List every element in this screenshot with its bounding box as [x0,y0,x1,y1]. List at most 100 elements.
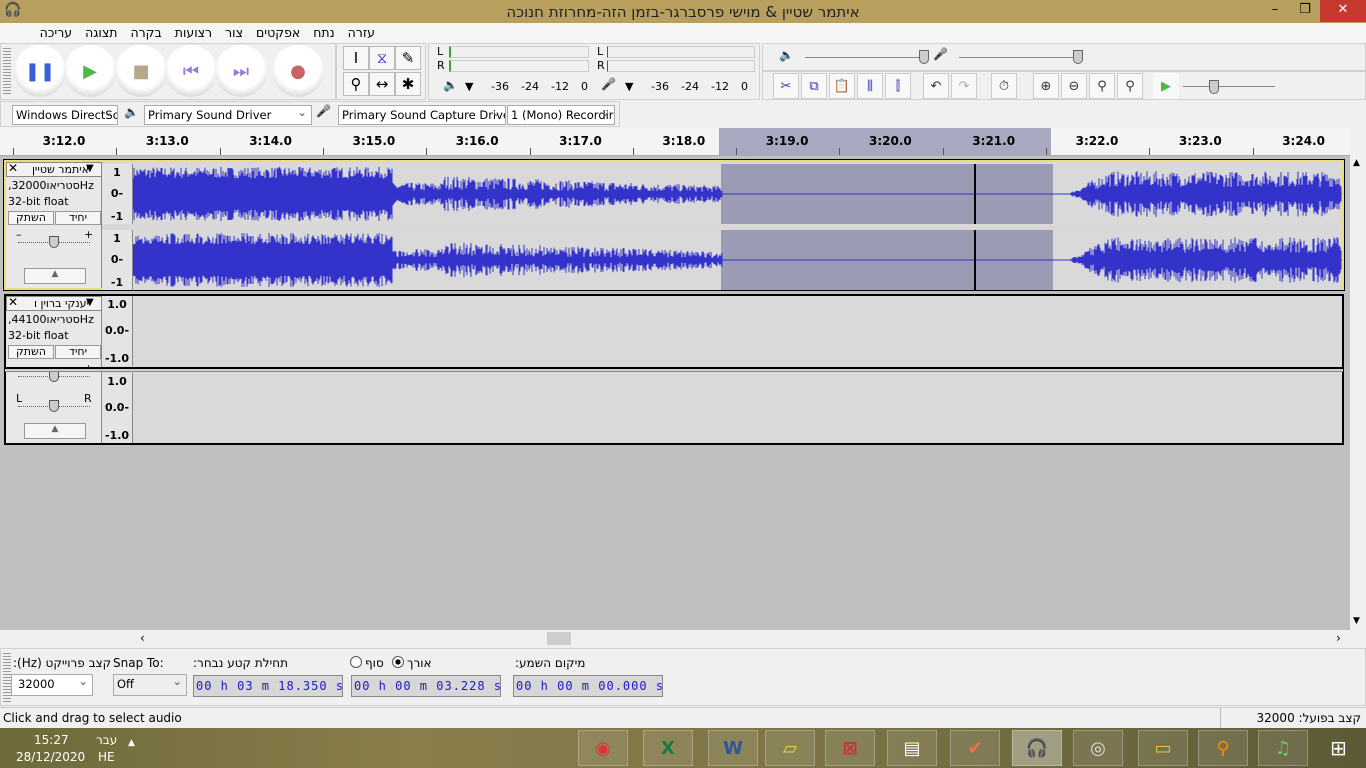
taskbar-slides-icon[interactable]: ▤ [887,730,937,766]
audio-host-select[interactable]: Windows DirectSc [12,105,118,125]
track-close-icon[interactable]: ✕ [8,295,18,309]
track-area[interactable]: איתמר שטיין ✕ ▼ ,32000סטריאוHz 32-bit float ה… [0,156,1350,630]
language-indicator[interactable]: עבר [96,733,117,747]
clock-time[interactable]: 15:27 [34,733,69,747]
zoom-tool-icon[interactable]: ⚲ [343,72,369,96]
record-meter-left[interactable] [607,46,755,58]
menu-item-2[interactable]: אפקטים [250,23,306,42]
collapse-button[interactable]: ▲ [24,423,86,439]
taskbar-notes-icon[interactable]: ▱ [765,730,815,766]
snap-select[interactable]: Off [113,674,187,696]
menu-item-6[interactable]: תצוגה [79,23,123,42]
zoom-out-icon[interactable]: ⊖ [1061,73,1087,99]
silence-icon[interactable]: ⫿ [885,73,911,99]
waveform-channel[interactable] [133,164,1342,224]
close-button[interactable]: ✕ [1320,0,1366,22]
timeline-ruler[interactable]: 3:12.0 3:13.0 3:14.0 3:15.0 3:16.0 3:17.0 3:18… [0,128,1350,156]
scroll-right-icon[interactable]: › [1336,631,1341,645]
scroll-thumb[interactable] [547,632,571,645]
solo-button[interactable]: יחיד [55,211,101,225]
mute-button[interactable]: השתק [8,345,54,359]
selection-length-field[interactable]: 00 h 00 m 03.228 s [351,675,501,697]
menu-item-3[interactable]: צור [219,23,249,42]
trim-icon[interactable]: ⫼ [857,73,883,99]
taskbar-audacity-icon[interactable]: 🎧 [1012,730,1062,766]
menu-item-1[interactable]: נתח [307,23,340,42]
slider-thumb[interactable] [919,50,929,64]
play-button[interactable]: ▶ [64,45,116,97]
menu-item-4[interactable]: רצועות [169,23,218,42]
timeshift-tool-icon[interactable]: ↔ [369,72,395,96]
playback-meter-menu[interactable]: ▼ [465,80,473,93]
language-code[interactable]: HE [98,750,115,764]
cut-icon[interactable]: ✂ [773,73,799,99]
selection-start-field[interactable]: 00 h 03 m 18.350 s [193,675,343,697]
pause-button[interactable]: ❚❚ [14,45,66,97]
record-volume-slider[interactable] [959,57,1079,58]
skip-start-button[interactable]: ⏮ [165,45,217,97]
copy-icon[interactable]: ⧉ [801,73,827,99]
waveform-channel[interactable] [133,230,1342,290]
clock-date[interactable]: 28/12/2020 [16,750,85,764]
waveform-channel[interactable] [5,296,1343,372]
track-0[interactable]: איתמר שטיין ✕ ▼ ,32000סטריאוHz 32-bit float ה… [3,159,1345,291]
taskbar-mp3-icon[interactable]: ♫ [1258,730,1308,766]
menu-item-0[interactable]: עזרה [342,23,381,42]
fit-selection-icon[interactable]: ⚲ [1089,73,1115,99]
playback-device-select[interactable]: Primary Sound Driver [144,105,312,125]
tray-overflow-icon[interactable]: ▲ [128,738,135,748]
solo-button[interactable]: יחיד [55,345,101,359]
record-meter-right[interactable] [607,60,755,72]
paste-icon[interactable]: 📋 [829,73,855,99]
fit-project-icon[interactable]: ⚲ [1117,73,1143,99]
record-meter-menu[interactable]: ▼ [625,80,633,93]
track-close-icon[interactable]: ✕ [8,161,18,175]
taskbar-word-icon[interactable]: W [708,730,758,766]
vertical-scrollbar[interactable]: ▲ ▼ [1350,156,1366,630]
windows-start-icon[interactable]: ⊞ [1330,736,1347,760]
slider-thumb[interactable] [1209,80,1219,94]
waveform-channel[interactable] [133,373,1342,443]
taskbar-dvd-icon[interactable]: ◎ [1073,730,1123,766]
draw-tool-icon[interactable]: ✎ [395,46,421,70]
play-speed-slider[interactable] [1183,86,1275,87]
minimize-button[interactable]: – [1260,0,1290,22]
zoom-in-icon[interactable]: ⊕ [1033,73,1059,99]
stop-button[interactable]: ■ [115,45,167,97]
sync-lock-icon[interactable]: ⏱ [991,73,1017,99]
taskbar-search-icon[interactable]: ⚲ [1198,730,1248,766]
playback-meter-left[interactable] [449,46,589,58]
multi-tool-icon[interactable]: ✱ [395,72,421,96]
skip-end-button[interactable]: ⏭ [215,45,267,97]
slider-thumb[interactable] [49,400,59,412]
recording-channels-select[interactable]: 1 (Mono) Recordir [507,105,615,125]
taskbar-tasks-icon[interactable]: ✔ [950,730,1000,766]
horizontal-scrollbar[interactable]: ‹ › [0,630,1350,647]
selection-tool-icon[interactable]: I [343,46,369,70]
play-at-speed-icon[interactable]: ▶ [1153,73,1179,99]
audio-position-field[interactable]: 00 h 00 m 00.000 s [513,675,663,697]
taskbar-chrome-icon[interactable]: ◉ [578,730,628,766]
slider-thumb[interactable] [49,236,59,248]
dropdown-arrow-icon[interactable]: ▼ [86,163,94,174]
taskbar-media-icon[interactable]: ⊠ [825,730,875,766]
taskbar-explorer-icon[interactable]: ▭ [1138,730,1188,766]
end-radio[interactable] [350,656,362,668]
project-rate-select[interactable]: 32000 [11,674,93,696]
track-1[interactable]: יענקי ברוין ו ✕ ▼ ,44100סטריאוHz 32-bit floa… [4,294,1344,445]
length-radio[interactable] [392,656,404,668]
playback-volume-slider[interactable] [805,57,925,58]
maximize-button[interactable]: ❐ [1290,0,1320,22]
menu-item-5[interactable]: בקרה [124,23,167,42]
slider-thumb[interactable] [1073,50,1083,64]
dropdown-arrow-icon[interactable]: ▼ [86,297,94,308]
undo-icon[interactable]: ↶ [923,73,949,99]
redo-icon[interactable]: ↷ [951,73,977,99]
playback-meter-right[interactable] [449,60,589,72]
taskbar-excel-icon[interactable]: X [643,730,693,766]
envelope-tool-icon[interactable]: ⧖ [369,46,395,70]
record-button[interactable]: ● [272,45,324,97]
recording-device-select[interactable]: Primary Sound Capture Driver [338,105,506,125]
collapse-button[interactable]: ▲ [24,268,86,284]
mute-button[interactable]: השתק [8,211,54,225]
